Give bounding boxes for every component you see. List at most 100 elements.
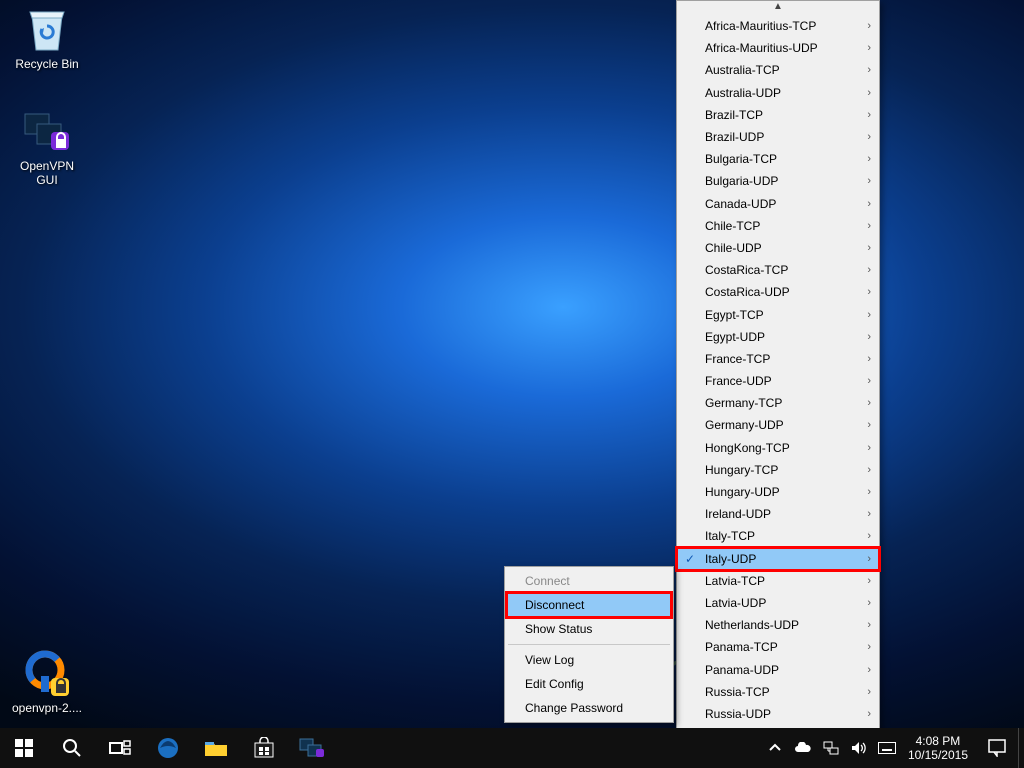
country-item-label: Panama-TCP: [705, 640, 778, 654]
search-icon: [62, 738, 82, 758]
country-item-label: Germany-UDP: [705, 418, 784, 432]
recycle-bin-icon: [23, 6, 71, 54]
country-item[interactable]: ✓CostaRica-UDP›: [677, 281, 879, 303]
action-center-button[interactable]: [976, 728, 1018, 768]
task-view-icon: [109, 740, 131, 756]
desktop-icon-label: openvpn-2....: [8, 701, 86, 715]
country-item[interactable]: ✓CostaRica-TCP›: [677, 259, 879, 281]
chevron-right-icon: ›: [867, 42, 871, 54]
country-item[interactable]: ✓Panama-TCP›: [677, 636, 879, 658]
menu-item-disconnect[interactable]: Disconnect: [507, 593, 671, 617]
country-item[interactable]: ✓HongKong-TCP›: [677, 437, 879, 459]
taskbar-app-edge[interactable]: [144, 728, 192, 768]
search-button[interactable]: [48, 728, 96, 768]
menu-item-change-password[interactable]: Change Password: [507, 696, 671, 720]
cloud-icon: [794, 742, 812, 754]
country-item-label: Africa-Mauritius-TCP: [705, 19, 816, 33]
tray-volume-icon[interactable]: [850, 739, 868, 757]
menu-item-label: Disconnect: [525, 598, 584, 612]
chevron-right-icon: ›: [867, 131, 871, 143]
keyboard-icon: [878, 742, 896, 754]
country-item[interactable]: ✓Africa-Mauritius-TCP›: [677, 15, 879, 37]
edge-icon: [156, 736, 180, 760]
country-item[interactable]: ✓Italy-TCP›: [677, 525, 879, 547]
tray-overflow-button[interactable]: [766, 739, 784, 757]
menu-item-edit-config[interactable]: Edit Config: [507, 672, 671, 696]
country-item[interactable]: ✓Ireland-UDP›: [677, 503, 879, 525]
chevron-right-icon: ›: [867, 198, 871, 210]
chevron-right-icon: ›: [867, 375, 871, 387]
chevron-right-icon: ›: [867, 286, 871, 298]
desktop-icon-openvpn-installer[interactable]: openvpn-2....: [8, 650, 86, 715]
country-item[interactable]: ✓Australia-UDP›: [677, 82, 879, 104]
country-item-label: Australia-UDP: [705, 86, 781, 100]
clock-time: 4:08 PM: [908, 734, 968, 748]
country-item[interactable]: ✓Latvia-TCP›: [677, 570, 879, 592]
chevron-right-icon: ›: [867, 175, 871, 187]
country-item[interactable]: ✓Latvia-UDP›: [677, 592, 879, 614]
country-item[interactable]: ✓Brazil-UDP›: [677, 126, 879, 148]
menu-item-show-status[interactable]: Show Status: [507, 617, 671, 641]
desktop-icon-recycle-bin[interactable]: Recycle Bin: [8, 6, 86, 71]
menu-item-view-log[interactable]: View Log: [507, 648, 671, 672]
country-item[interactable]: ✓Chile-UDP›: [677, 237, 879, 259]
tray-network-icon[interactable]: [822, 739, 840, 757]
menu-separator: [508, 644, 670, 645]
country-item-label: Latvia-UDP: [705, 596, 766, 610]
country-item[interactable]: ✓Egypt-UDP›: [677, 326, 879, 348]
country-item-label: Australia-TCP: [705, 63, 780, 77]
chevron-right-icon: ›: [867, 109, 871, 121]
country-item-label: France-UDP: [705, 374, 772, 388]
country-submenu[interactable]: ▲ ✓Africa-Mauritius-TCP›✓Africa-Mauritiu…: [676, 0, 880, 762]
country-item-label: Hungary-UDP: [705, 485, 780, 499]
country-item[interactable]: ✓Italy-UDP›: [677, 548, 879, 570]
country-item[interactable]: ✓Hungary-TCP›: [677, 459, 879, 481]
country-item[interactable]: ✓Netherlands-UDP›: [677, 614, 879, 636]
country-item-label: Chile-TCP: [705, 219, 760, 233]
chevron-right-icon: ›: [867, 442, 871, 454]
taskbar-app-file-explorer[interactable]: [192, 728, 240, 768]
chevron-right-icon: ›: [867, 553, 871, 565]
country-item-label: Italy-TCP: [705, 529, 755, 543]
scroll-up-arrow[interactable]: ▲: [677, 1, 879, 15]
country-item[interactable]: ✓Egypt-TCP›: [677, 303, 879, 325]
country-item[interactable]: ✓Bulgaria-UDP›: [677, 170, 879, 192]
task-view-button[interactable]: [96, 728, 144, 768]
country-item[interactable]: ✓Brazil-TCP›: [677, 104, 879, 126]
desktop-icon-openvpn-gui[interactable]: OpenVPN GUI: [8, 108, 86, 187]
country-item[interactable]: ✓Australia-TCP›: [677, 59, 879, 81]
country-item-label: Bulgaria-TCP: [705, 152, 777, 166]
country-item[interactable]: ✓Chile-TCP›: [677, 215, 879, 237]
country-item[interactable]: ✓Russia-UDP›: [677, 703, 879, 725]
taskbar-clock[interactable]: 4:08 PM 10/15/2015: [904, 734, 976, 762]
country-item-label: Russia-TCP: [705, 685, 770, 699]
chevron-right-icon: ›: [867, 220, 871, 232]
country-item[interactable]: ✓Russia-TCP›: [677, 681, 879, 703]
country-item[interactable]: ✓Germany-TCP›: [677, 392, 879, 414]
chevron-right-icon: ›: [867, 464, 871, 476]
openvpn-context-menu[interactable]: Connect Disconnect Show Status View Log …: [504, 566, 674, 723]
tray-onedrive-icon[interactable]: [794, 739, 812, 757]
country-item-label: Ireland-UDP: [705, 507, 771, 521]
country-item[interactable]: ✓Canada-UDP›: [677, 193, 879, 215]
country-item[interactable]: ✓France-TCP›: [677, 348, 879, 370]
taskbar: 4:08 PM 10/15/2015: [0, 728, 1024, 768]
menu-item-label: Show Status: [525, 622, 592, 636]
country-item-label: Latvia-TCP: [705, 574, 765, 588]
country-item[interactable]: ✓Germany-UDP›: [677, 414, 879, 436]
show-desktop-button[interactable]: [1018, 728, 1024, 768]
country-item[interactable]: ✓France-UDP›: [677, 370, 879, 392]
tray-keyboard-icon[interactable]: [878, 739, 896, 757]
folder-icon: [204, 738, 228, 758]
country-item-label: Canada-UDP: [705, 197, 776, 211]
country-item[interactable]: ✓Hungary-UDP›: [677, 481, 879, 503]
taskbar-app-store[interactable]: [240, 728, 288, 768]
taskbar-app-openvpn-gui[interactable]: [288, 728, 336, 768]
country-item-label: CostaRica-UDP: [705, 285, 790, 299]
chevron-right-icon: ›: [867, 686, 871, 698]
country-item-label: Germany-TCP: [705, 396, 782, 410]
country-item[interactable]: ✓Africa-Mauritius-UDP›: [677, 37, 879, 59]
start-button[interactable]: [0, 728, 48, 768]
country-item[interactable]: ✓Panama-UDP›: [677, 658, 879, 680]
country-item[interactable]: ✓Bulgaria-TCP›: [677, 148, 879, 170]
